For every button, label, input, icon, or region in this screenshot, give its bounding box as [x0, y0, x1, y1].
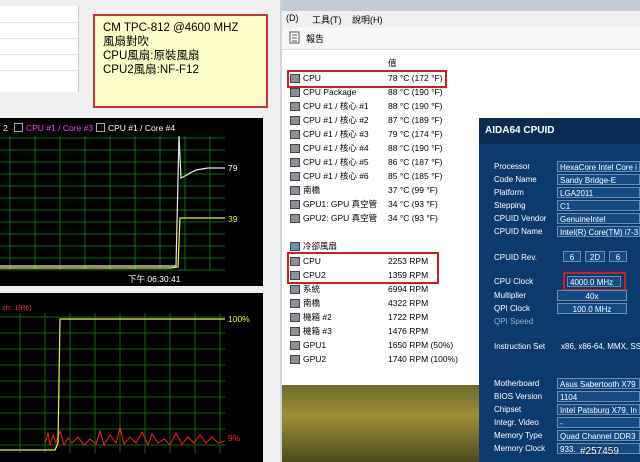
label-cpuid-name: CPUID Name: [494, 227, 543, 236]
note-line-2: 風扇對吹: [103, 36, 149, 48]
label-integr-video: Integr. Video: [494, 418, 539, 427]
gpu-icon: [290, 214, 300, 223]
label-code-name: Code Name: [494, 175, 537, 184]
label-qpi-speed: QPI Speed: [494, 317, 534, 326]
label-stepping: Stepping: [494, 201, 526, 210]
annotation-note: CM TPC-812 @4600 MHZ 風扇對吹 CPU風扇:原裝風扇 CPU…: [93, 14, 268, 108]
value-motherboard: Asus Sabertooth X79: [557, 378, 640, 389]
label-instruction-set: Instruction Set: [494, 342, 546, 351]
label-memory-type: Memory Type: [494, 431, 543, 440]
legend-item-1[interactable]: 2: [3, 123, 8, 133]
value-multiplier: 40x: [557, 290, 627, 301]
report-button-label[interactable]: 報告: [306, 32, 324, 45]
gpu-icon: [290, 355, 300, 364]
sensor-list-panel: [0, 6, 79, 92]
value-column-header: 值: [388, 58, 397, 68]
sensor-list: 值 CPU 78 °C (172 °F) CPU Package 88 °C (19…: [282, 50, 482, 385]
note-line-1: CM TPC-812 @4600 MHZ: [103, 22, 239, 34]
label-bios-version: BIOS Version: [494, 392, 543, 401]
label-cpu-clock: CPU Clock: [494, 277, 534, 286]
label-chipset: Chipset: [494, 405, 522, 414]
value-processor: HexaCore Intel Core i: [557, 161, 640, 172]
note-line-3: CPU風扇:原裝風扇: [103, 50, 200, 62]
sensor-icon: [290, 102, 300, 111]
value-platform: LGA2011: [557, 187, 640, 198]
legend-swatch-3[interactable]: [96, 123, 105, 132]
fan-sensor-icon: [290, 313, 300, 322]
menu-item-d[interactable]: (D): [286, 13, 299, 23]
gpu-icon: [290, 341, 300, 350]
report-icon: [289, 31, 300, 44]
value-qpi-clock: 100.0 MHz: [557, 303, 627, 314]
note-line-4: CPU2風扇:NF-F12: [103, 64, 199, 76]
value-chipset: Intel Patsburg X79, In: [557, 404, 640, 415]
aida64-title: AIDA64 CPUID: [485, 125, 555, 136]
desktop-wallpaper: [282, 385, 482, 462]
menu-bar: (D) 工具(T) 說明(H): [282, 11, 640, 27]
legend-label-1: 2: [3, 123, 8, 133]
value-cpuid-vendor: GenuineIntel: [557, 213, 640, 224]
value-code-name: Sandy Bridge-E: [557, 174, 640, 185]
value-memory-type: Quad Channel DDR3: [557, 430, 640, 441]
sensor-icon: [290, 186, 300, 195]
fan-sensor-icon: [290, 285, 300, 294]
label-platform: Platform: [494, 188, 524, 197]
legend-label-2: CPU #1 / Core #3: [26, 123, 94, 133]
gpu-icon: [290, 200, 300, 209]
label-cpuid-vendor: CPUID Vendor: [494, 214, 547, 223]
watermark: #257459: [580, 446, 619, 457]
label-memory-clock: Memory Clock: [494, 444, 546, 453]
highlight-cpu-clock: [563, 272, 626, 291]
value-instruction-set: x86, x86-64, MMX, SS: [561, 342, 640, 351]
value-bios-version: 1104: [557, 391, 640, 402]
gpu-graph-svg: [0, 313, 226, 453]
sensor-icon: [290, 144, 300, 153]
window-title-strip: [282, 0, 640, 11]
gpu-graph-label: zh: 19%): [2, 303, 32, 312]
gpu-value-9: 9%: [228, 433, 241, 443]
value-integr-video: -: [557, 417, 640, 428]
fan-sensor-icon: [290, 299, 300, 308]
gpu-value-100: 100%: [228, 314, 250, 324]
cpu-graph-legend: 2 CPU #1 / Core #3 CPU #1 / Core #4: [0, 121, 263, 135]
menu-item-help[interactable]: 說明(H): [352, 13, 383, 26]
sensor-icon: [290, 116, 300, 125]
label-qpi-clock: QPI Clock: [494, 304, 531, 313]
aida64-title-bar: AIDA64 CPUID: [479, 118, 640, 144]
report-button[interactable]: [288, 31, 302, 44]
fan-sensor-icon: [290, 327, 300, 336]
cpu-graph-time: 下午 06:30:41: [128, 274, 181, 284]
value-cpuid-rev-2: 2D: [585, 251, 605, 262]
cpu-value-low: 39: [228, 214, 238, 224]
label-processor: Processor: [494, 162, 531, 171]
cpu-temperature-graph: 79 39 下午 06:30:41: [0, 118, 263, 286]
highlight-cpu-temp: [287, 70, 447, 88]
legend-label-3: CPU #1 / Core #4: [108, 123, 176, 133]
gpu-usage-graph: zh: 19%) 100% 9%: [0, 293, 263, 462]
value-cpuid-rev-1: 6: [563, 251, 581, 262]
legend-item-3[interactable]: CPU #1 / Core #4: [96, 123, 175, 133]
value-cpuid-name: Intel(R) Core(TM) i7-3: [557, 226, 640, 237]
legend-swatch-2[interactable]: [14, 123, 23, 132]
sensor-icon: [290, 158, 300, 167]
fan-icon: [290, 242, 300, 251]
label-motherboard: Motherboard: [494, 379, 540, 388]
toolbar: 報告: [282, 27, 640, 50]
sensor-icon: [290, 88, 300, 97]
value-cpuid-rev-3: 6: [609, 251, 627, 262]
label-multiplier: Multiplier: [494, 291, 527, 300]
cpu-graph-svg: [0, 135, 225, 271]
cpu-value-high: 79: [228, 163, 238, 173]
value-stepping: C1: [557, 200, 640, 211]
menu-item-tools[interactable]: 工具(T): [312, 13, 342, 26]
aida64-cpuid-body: Processor HexaCore Intel Core i Code Nam…: [479, 144, 640, 462]
label-cpuid-rev: CPUID Rev.: [494, 253, 537, 262]
sensor-icon: [290, 172, 300, 181]
highlight-cpu-fans: [287, 252, 439, 284]
sensor-icon: [290, 130, 300, 139]
legend-item-2[interactable]: CPU #1 / Core #3: [14, 123, 93, 133]
